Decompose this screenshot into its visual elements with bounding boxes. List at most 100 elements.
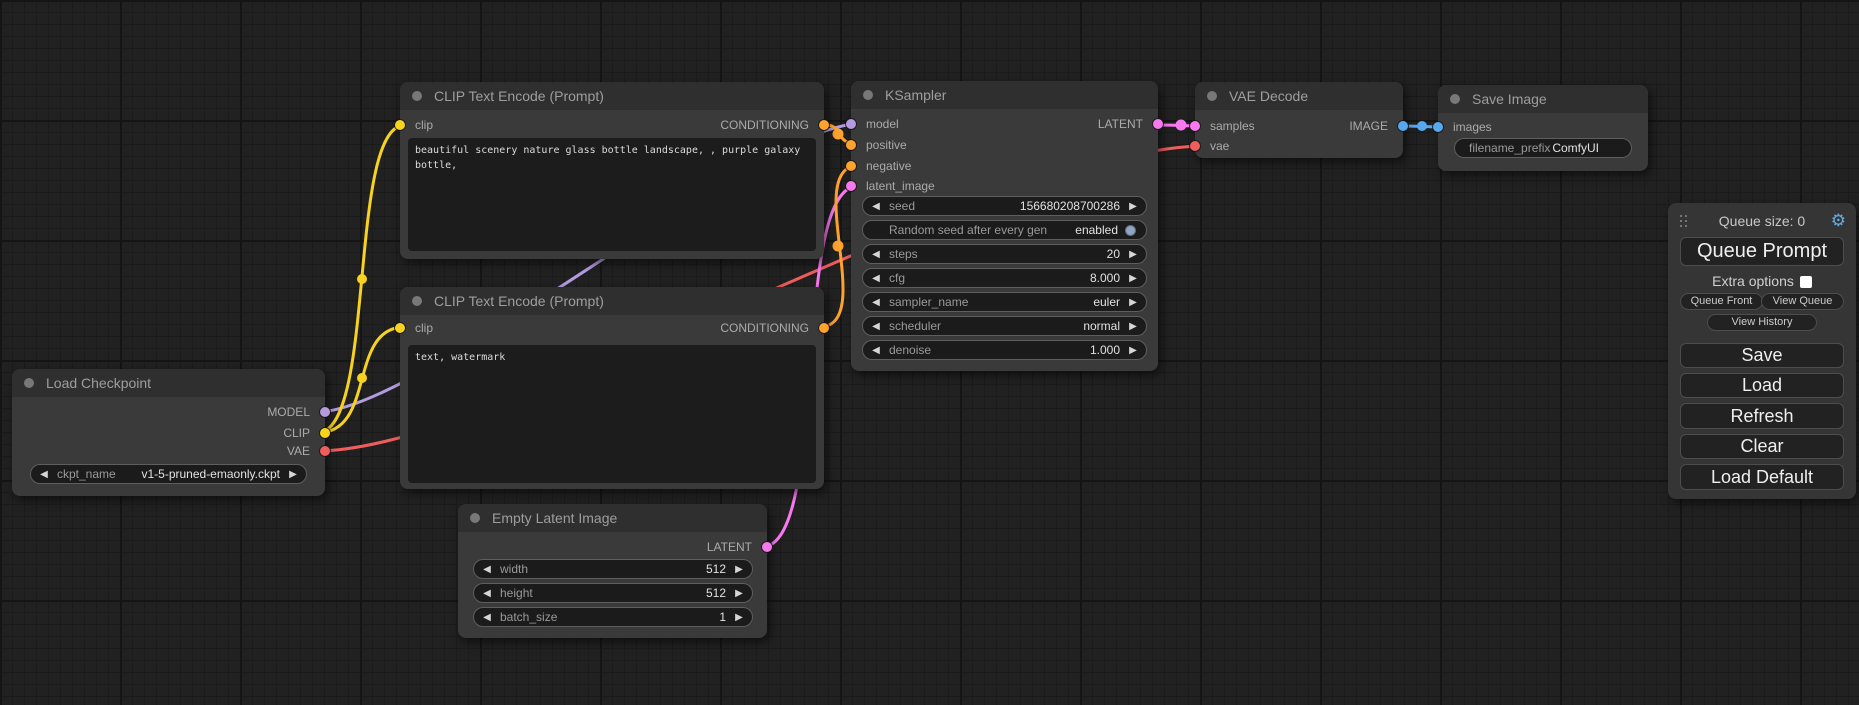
node-title-bar[interactable]: CLIP Text Encode (Prompt) — [400, 82, 824, 110]
increment-arrow-icon[interactable]: ▶ — [726, 612, 752, 623]
denoise-widget[interactable]: ◀ denoise 1.000 ▶ — [862, 340, 1147, 360]
increment-arrow-icon[interactable]: ▶ — [280, 469, 306, 480]
clip-input-dot[interactable] — [395, 323, 405, 333]
collapse-dot-icon[interactable] — [1450, 94, 1460, 104]
decrement-arrow-icon[interactable]: ◀ — [31, 469, 57, 480]
link-dot-latent[interactable] — [1176, 120, 1187, 131]
height-widget[interactable]: ◀ height 512 ▶ — [473, 583, 753, 603]
increment-arrow-icon[interactable]: ▶ — [726, 564, 752, 575]
increment-arrow-icon[interactable]: ▶ — [1120, 201, 1146, 212]
latent-output-dot[interactable] — [762, 542, 772, 552]
negative-input-dot[interactable] — [846, 161, 856, 171]
random-seed-toggle-widget[interactable]: Random seed after every gen enabled — [862, 220, 1147, 240]
node-title-bar[interactable]: Save Image — [1438, 85, 1648, 113]
increment-arrow-icon[interactable]: ▶ — [1120, 321, 1146, 332]
samples-input-dot[interactable] — [1190, 121, 1200, 131]
decrement-arrow-icon[interactable]: ◀ — [863, 201, 889, 212]
node-empty-latent-image[interactable]: Empty Latent Image LATENT ◀ width 512 ▶ … — [458, 504, 767, 638]
decrement-arrow-icon[interactable]: ◀ — [474, 588, 500, 599]
collapse-dot-icon[interactable] — [412, 91, 422, 101]
save-button[interactable]: Save — [1680, 343, 1844, 368]
link-dot-negative[interactable] — [833, 241, 844, 252]
node-clip-encode-positive[interactable]: CLIP Text Encode (Prompt) clip CONDITION… — [400, 82, 824, 259]
queue-size-label: Queue size: 0 — [1668, 211, 1856, 231]
node-title-bar[interactable]: KSampler — [851, 81, 1158, 109]
node-title-bar[interactable]: VAE Decode — [1195, 82, 1403, 110]
decrement-arrow-icon[interactable]: ◀ — [863, 345, 889, 356]
link-dot-clip1[interactable] — [357, 274, 367, 284]
batch-size-widget[interactable]: ◀ batch_size 1 ▶ — [473, 607, 753, 627]
link-dot-clip2[interactable] — [357, 373, 367, 383]
increment-arrow-icon[interactable]: ▶ — [1120, 249, 1146, 260]
node-title: Empty Latent Image — [492, 510, 617, 526]
load-default-button[interactable]: Load Default — [1680, 464, 1844, 490]
collapse-dot-icon[interactable] — [1207, 91, 1217, 101]
slot-row-model: model LATENT — [851, 114, 1158, 134]
scheduler-widget[interactable]: ◀ scheduler normal ▶ — [862, 316, 1147, 336]
load-button[interactable]: Load — [1680, 373, 1844, 398]
images-input-dot[interactable] — [1433, 122, 1443, 132]
queue-front-button[interactable]: Queue Front — [1680, 293, 1763, 310]
decrement-arrow-icon[interactable]: ◀ — [474, 612, 500, 623]
increment-arrow-icon[interactable]: ▶ — [1120, 273, 1146, 284]
collapse-dot-icon[interactable] — [412, 296, 422, 306]
node-load-checkpoint[interactable]: Load Checkpoint MODEL CLIP VAE ◀ ckpt_na… — [12, 369, 325, 496]
extra-options-label: Extra options — [1712, 273, 1794, 289]
decrement-arrow-icon[interactable]: ◀ — [863, 273, 889, 284]
node-title-bar[interactable]: CLIP Text Encode (Prompt) — [400, 287, 824, 315]
view-queue-button[interactable]: View Queue — [1761, 293, 1844, 310]
positive-input-dot[interactable] — [846, 140, 856, 150]
clear-button[interactable]: Clear — [1680, 434, 1844, 459]
collapse-dot-icon[interactable] — [470, 513, 480, 523]
seed-widget[interactable]: ◀ seed 156680208700286 ▶ — [862, 196, 1147, 216]
collapse-dot-icon[interactable] — [863, 90, 873, 100]
link-dot-positive[interactable] — [833, 129, 844, 140]
width-widget[interactable]: ◀ width 512 ▶ — [473, 559, 753, 579]
prompt-textarea[interactable]: text, watermark — [408, 345, 816, 483]
ckpt-name-widget[interactable]: ◀ ckpt_name v1-5-pruned-emaonly.ckpt ▶ — [30, 464, 307, 484]
vae-output-dot[interactable] — [320, 446, 330, 456]
settings-gear-icon[interactable]: ⚙ — [1831, 211, 1846, 231]
vae-input-dot[interactable] — [1190, 141, 1200, 151]
clip-input-dot[interactable] — [395, 120, 405, 130]
node-save-image[interactable]: Save Image images filename_prefix ComfyU… — [1438, 85, 1648, 171]
decrement-arrow-icon[interactable]: ◀ — [863, 321, 889, 332]
conditioning-output-dot[interactable] — [819, 120, 829, 130]
cfg-widget[interactable]: ◀ cfg 8.000 ▶ — [862, 268, 1147, 288]
decrement-arrow-icon[interactable]: ◀ — [863, 249, 889, 260]
node-title-bar[interactable]: Load Checkpoint — [12, 369, 325, 397]
view-history-button[interactable]: View History — [1707, 314, 1817, 331]
slot-row-samples: samples IMAGE — [1195, 116, 1403, 136]
latent-output-dot[interactable] — [1153, 119, 1163, 129]
queue-prompt-button[interactable]: Queue Prompt — [1680, 237, 1844, 266]
drag-handle-icon[interactable] — [1680, 215, 1688, 227]
node-vae-decode[interactable]: VAE Decode samples IMAGE vae — [1195, 82, 1403, 158]
model-input-dot[interactable] — [846, 119, 856, 129]
clip-output-dot[interactable] — [320, 428, 330, 438]
decrement-arrow-icon[interactable]: ◀ — [863, 297, 889, 308]
increment-arrow-icon[interactable]: ▶ — [1120, 297, 1146, 308]
latent-image-input-dot[interactable] — [846, 181, 856, 191]
conditioning-output-dot[interactable] — [819, 323, 829, 333]
slot-row-images: images — [1438, 117, 1648, 137]
decrement-arrow-icon[interactable]: ◀ — [474, 564, 500, 575]
node-title: CLIP Text Encode (Prompt) — [434, 88, 604, 104]
link-dot-image[interactable] — [1417, 121, 1427, 131]
refresh-button[interactable]: Refresh — [1680, 403, 1844, 429]
increment-arrow-icon[interactable]: ▶ — [726, 588, 752, 599]
image-output-dot[interactable] — [1398, 121, 1408, 131]
node-title-bar[interactable]: Empty Latent Image — [458, 504, 767, 532]
sampler-name-widget[interactable]: ◀ sampler_name euler ▶ — [862, 292, 1147, 312]
toggle-knob-icon[interactable] — [1125, 225, 1136, 236]
model-output-dot[interactable] — [320, 407, 330, 417]
increment-arrow-icon[interactable]: ▶ — [1120, 345, 1146, 356]
queue-panel-header: Queue size: 0 ⚙ — [1668, 211, 1856, 231]
collapse-dot-icon[interactable] — [24, 378, 34, 388]
node-clip-encode-negative[interactable]: CLIP Text Encode (Prompt) clip CONDITION… — [400, 287, 824, 489]
filename-prefix-widget[interactable]: filename_prefix ComfyUI — [1454, 138, 1632, 158]
node-ksampler[interactable]: KSampler model LATENT positive negative … — [851, 81, 1158, 371]
steps-widget[interactable]: ◀ steps 20 ▶ — [862, 244, 1147, 264]
prompt-textarea[interactable]: beautiful scenery nature glass bottle la… — [408, 138, 816, 251]
queue-panel: Queue size: 0 ⚙ Queue Prompt Extra optio… — [1668, 203, 1856, 499]
extra-options-checkbox[interactable] — [1800, 276, 1812, 288]
